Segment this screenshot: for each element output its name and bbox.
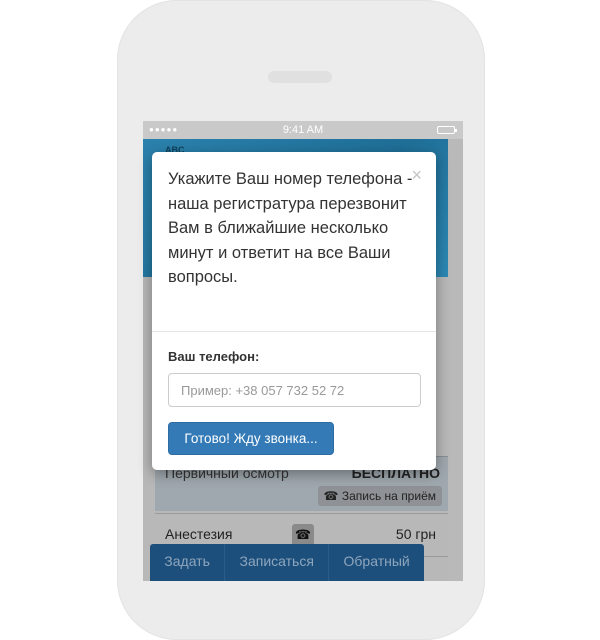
book-appointment-label: Запись на приём: [341, 489, 436, 503]
modal-message: Укажите Ваш номер телефона - наша регист…: [168, 170, 413, 286]
tab-book[interactable]: Записаться: [225, 544, 330, 581]
service-name: Анестезия: [165, 526, 233, 542]
callback-modal: × Укажите Ваш номер телефона - наша реги…: [152, 152, 436, 470]
battery-icon: [437, 126, 457, 134]
phone-speaker: [268, 71, 332, 83]
book-appointment-button[interactable]: ☎ Запись на приём: [317, 486, 442, 506]
phone-icon: ☎: [323, 489, 339, 503]
status-bar: ●●●●● 9:41 AM: [143, 121, 463, 139]
tab-callback[interactable]: Обратный: [329, 544, 424, 581]
modal-divider: [152, 331, 436, 332]
submit-callback-button[interactable]: Готово! Жду звонка...: [168, 422, 334, 455]
status-time: 9:41 AM: [282, 124, 324, 136]
tab-ask[interactable]: Задать: [150, 544, 226, 581]
bottom-tab-bar: Задать Записаться Обратный: [150, 544, 424, 581]
phone-icon[interactable]: ☎: [292, 524, 314, 546]
phone-input[interactable]: [168, 373, 421, 407]
service-price: 50 грн: [395, 526, 436, 542]
phone-field-label: Ваш телефон:: [168, 349, 260, 364]
